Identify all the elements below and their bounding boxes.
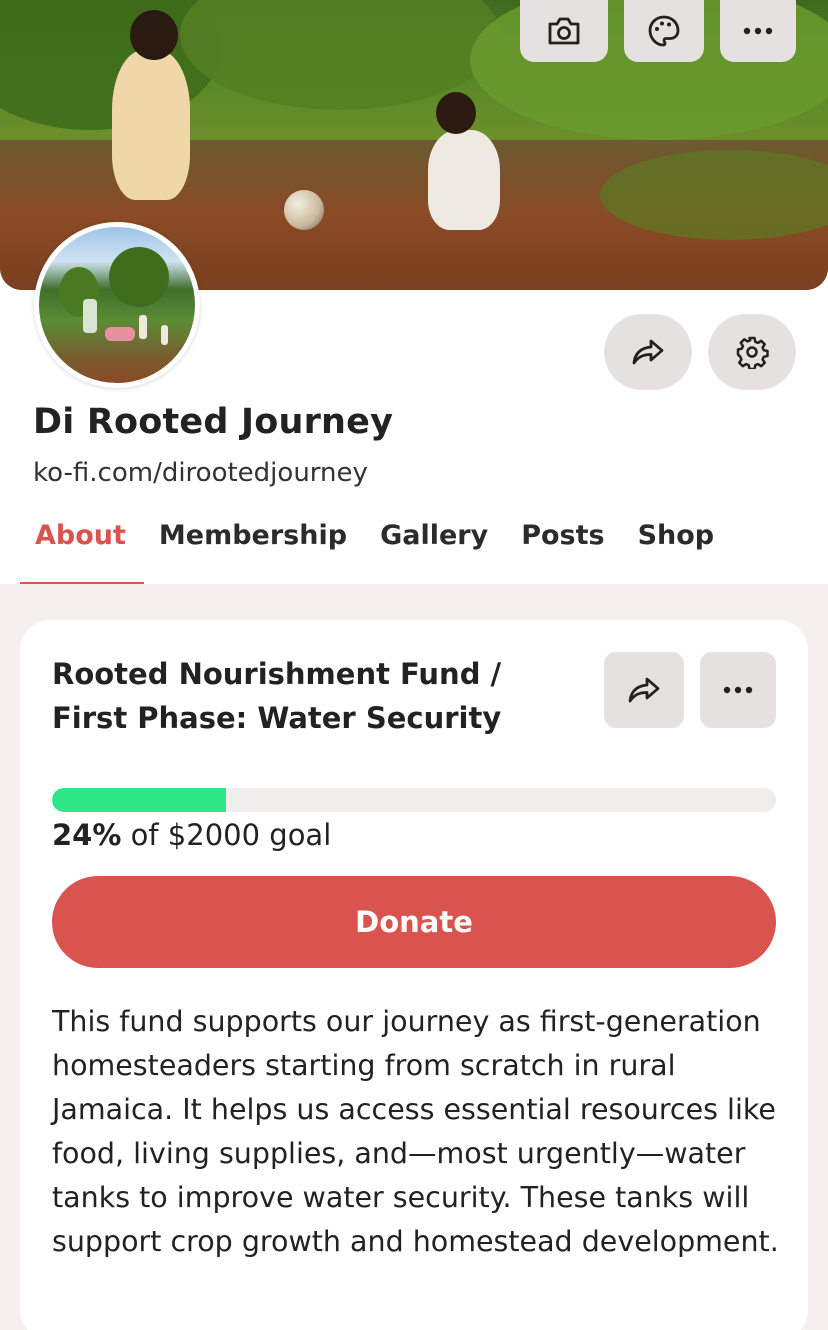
avatar-image xyxy=(39,227,195,383)
donate-button[interactable]: Donate xyxy=(52,876,776,968)
goal-more-button[interactable] xyxy=(700,652,776,728)
gear-icon xyxy=(735,335,769,369)
theme-button[interactable] xyxy=(624,0,704,62)
goal-title: Rooted Nourishment Fund / First Phase: W… xyxy=(52,657,502,735)
cover-actions xyxy=(520,0,796,62)
more-icon xyxy=(723,686,753,694)
share-icon xyxy=(631,338,665,366)
profile-url[interactable]: ko-fi.com/dirootedjourney xyxy=(33,458,368,488)
goal-progress-bar xyxy=(52,788,776,812)
share-icon xyxy=(627,676,661,704)
tab-about[interactable]: About xyxy=(20,510,144,586)
palette-icon xyxy=(647,14,681,48)
tab-bar: About Membership Gallery Posts Shop xyxy=(20,510,732,586)
profile-actions xyxy=(604,314,796,390)
tab-posts[interactable]: Posts xyxy=(506,510,622,586)
tab-gallery[interactable]: Gallery xyxy=(365,510,506,586)
tab-shop[interactable]: Shop xyxy=(623,510,733,586)
share-profile-button[interactable] xyxy=(604,314,692,390)
goal-description: This fund supports our journey as first-… xyxy=(52,1005,779,1258)
goal-progress-text: 24% of $2000 goal xyxy=(52,818,331,852)
goal-percent: 24% xyxy=(52,818,122,852)
change-cover-button[interactable] xyxy=(520,0,608,62)
more-icon xyxy=(743,27,773,35)
profile-name: Di Rooted Journey xyxy=(33,402,394,442)
goal-card: Rooted Nourishment Fund / First Phase: W… xyxy=(20,620,808,1330)
settings-button[interactable] xyxy=(708,314,796,390)
goal-amount: of $2000 goal xyxy=(121,818,332,852)
camera-icon xyxy=(546,16,582,46)
cover-more-button[interactable] xyxy=(720,0,796,62)
avatar[interactable] xyxy=(34,222,200,388)
goal-progress-fill xyxy=(52,788,226,812)
share-goal-button[interactable] xyxy=(604,652,684,728)
goal-actions xyxy=(604,652,776,728)
tab-membership[interactable]: Membership xyxy=(144,510,365,586)
